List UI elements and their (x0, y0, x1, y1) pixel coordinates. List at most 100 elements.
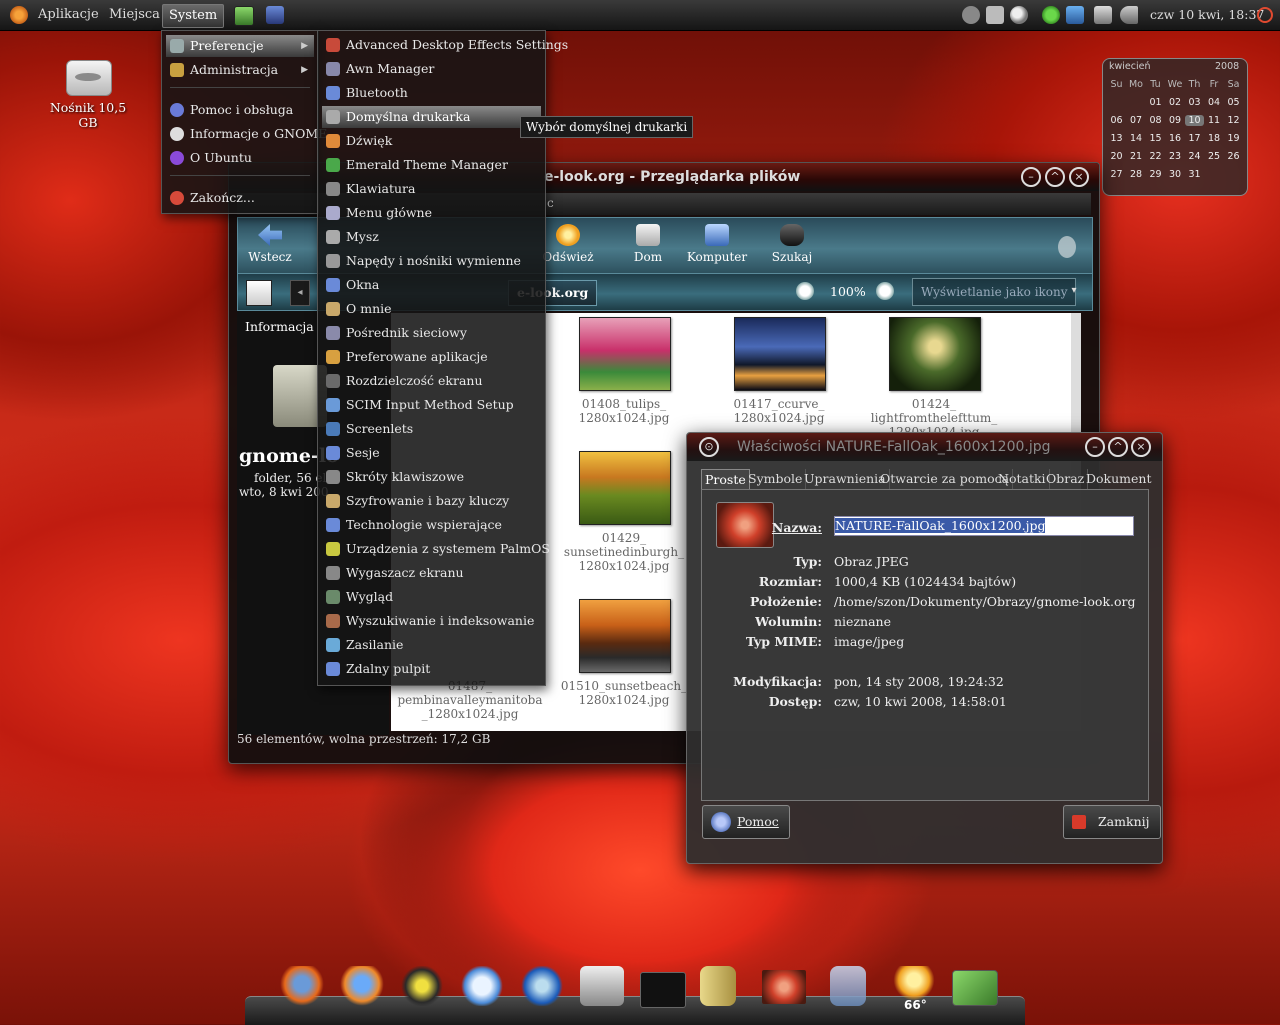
menubar-fragment[interactable]: c (547, 196, 554, 210)
calendar-day[interactable]: 31 (1185, 169, 1204, 180)
preferences-menu-item[interactable]: Okna (322, 274, 541, 296)
close-button[interactable]: × (1069, 167, 1089, 187)
calendar-day[interactable]: 09 (1166, 115, 1185, 126)
preferences-menu-item[interactable]: Advanced Desktop Effects Settings (322, 34, 568, 56)
help-button[interactable]: Pomoc (702, 805, 790, 839)
calendar-day[interactable]: 19 (1224, 133, 1243, 144)
screenshot-launcher-icon[interactable] (266, 6, 284, 24)
terminal-launcher-icon[interactable] (234, 6, 254, 26)
preferences-menu-item[interactable]: Skróty klawiszowe (322, 466, 541, 488)
preferences-menu-item[interactable]: Zdalny pulpit (322, 658, 541, 680)
preferences-menu-item[interactable]: Sesje (322, 442, 541, 464)
media-player-icon[interactable] (520, 966, 564, 1006)
calendar-day[interactable]: 08 (1146, 115, 1165, 126)
update-tray-icon[interactable] (1066, 6, 1084, 24)
star-icon[interactable] (400, 966, 444, 1006)
maximize-button[interactable]: ^ (1108, 437, 1128, 457)
calendar-day[interactable]: 03 (1185, 97, 1204, 108)
calendar-day[interactable]: 28 (1127, 169, 1146, 180)
calendar-day[interactable]: 25 (1205, 151, 1224, 162)
system-menu-item-help[interactable]: Pomoc i obsługa (166, 99, 314, 121)
status-tray-icon[interactable] (1042, 6, 1060, 24)
calendar-day[interactable]: 27 (1107, 169, 1126, 180)
preferences-menu-item[interactable]: Awn Manager (322, 58, 541, 80)
zoom-out-icon[interactable] (796, 282, 814, 300)
calendar-day[interactable]: 16 (1166, 133, 1185, 144)
tab-notes[interactable]: Notatki (995, 469, 1050, 489)
preferences-menu-item[interactable]: Technologie wspierające (322, 514, 541, 536)
preferences-menu-item[interactable]: Urządzenia z systemem PalmOS (322, 538, 550, 560)
preferences-menu-item[interactable]: Domyślna drukarka (322, 106, 541, 128)
calendar-day[interactable]: 26 (1224, 151, 1243, 162)
file-name[interactable]: 01429_ sunsetinedinburgh_ 1280x1024.jpg (549, 531, 699, 573)
calendar-day[interactable]: 20 (1107, 151, 1126, 162)
minimize-button[interactable]: – (1085, 437, 1105, 457)
system-menu-item-quit[interactable]: Zakończ... (166, 187, 314, 209)
network-icon[interactable] (1094, 6, 1112, 24)
power-icon[interactable] (1257, 7, 1273, 23)
system-menu-item-about-gnome[interactable]: Informacje o GNOME (166, 123, 327, 145)
sidebar-title[interactable]: Informacja (245, 319, 314, 334)
close-button[interactable]: × (1131, 437, 1151, 457)
minimize-button[interactable]: – (1021, 167, 1041, 187)
calendar-day[interactable]: 02 (1166, 97, 1185, 108)
folder-stack-icon[interactable] (830, 966, 866, 1006)
file-manager-icon[interactable] (700, 966, 736, 1006)
file-thumbnail[interactable] (889, 317, 981, 391)
computer-button[interactable]: Komputer (684, 224, 750, 272)
firefox-icon[interactable] (280, 966, 324, 1006)
system-menu-item-about-ubuntu[interactable]: O Ubuntu (166, 147, 314, 169)
properties-titlebar[interactable]: ⊙ Właściwości NATURE-FallOak_1600x1200.j… (687, 433, 1162, 461)
tab-basic[interactable]: Proste (701, 469, 750, 490)
window-menu-icon[interactable]: ⊙ (699, 437, 719, 457)
drive-icon[interactable] (66, 60, 112, 96)
music-player-icon[interactable] (460, 966, 504, 1006)
preferences-menu-item[interactable]: Klawiatura (322, 178, 541, 200)
preferences-menu-item[interactable]: Mysz (322, 226, 541, 248)
preferences-menu-item[interactable]: SCIM Input Method Setup (322, 394, 541, 416)
preferences-menu-item[interactable]: Rozdzielczość ekranu (322, 370, 541, 392)
drive-label[interactable]: Nośnik 10,5 GB (42, 100, 134, 130)
calendar-day[interactable]: 07 (1127, 115, 1146, 126)
volume-icon[interactable] (1120, 6, 1138, 24)
file-thumbnail[interactable] (734, 317, 826, 391)
system-menu-item-preferences[interactable]: Preferencje ▶ (166, 35, 314, 57)
file-name[interactable]: 01417_ccurve_ 1280x1024.jpg (704, 397, 854, 425)
tab-emblems[interactable]: Symbole (745, 469, 807, 489)
name-input[interactable]: NATURE-FallOak_1600x1200.jpg (834, 516, 1134, 536)
zoom-in-icon[interactable] (876, 282, 894, 300)
view-mode-select[interactable]: Wyświetlanie jako ikony (912, 278, 1076, 306)
preferences-menu-item[interactable]: Zasilanie (322, 634, 541, 656)
preferences-menu-item[interactable]: Wygaszacz ekranu (322, 562, 541, 584)
calendar-day[interactable]: 29 (1146, 169, 1165, 180)
calendar-day[interactable]: 15 (1146, 133, 1165, 144)
preferences-menu-item[interactable]: Wygląd (322, 586, 541, 608)
calendar-day[interactable]: 11 (1205, 115, 1224, 126)
file-name[interactable]: 01510_sunsetbeach_ 1280x1024.jpg (549, 679, 699, 707)
calendar-day[interactable]: 21 (1127, 151, 1146, 162)
text-editor-icon[interactable] (952, 970, 998, 1006)
screen-tray-icon[interactable] (986, 6, 1004, 24)
preferences-menu-item[interactable]: Napędy i nośniki wymienne (322, 250, 541, 272)
calendar-day[interactable]: 22 (1146, 151, 1165, 162)
preferences-menu-item[interactable]: Emerald Theme Manager (322, 154, 541, 176)
preferences-menu-item[interactable]: Dźwięk (322, 130, 541, 152)
menu-system[interactable]: System (162, 4, 225, 28)
chevron-down-icon[interactable]: ▾ (1064, 278, 1084, 304)
maximize-button[interactable]: ^ (1045, 167, 1065, 187)
close-dialog-button[interactable]: Zamknij (1063, 805, 1161, 839)
package-installer-icon[interactable] (580, 966, 624, 1006)
ubuntu-logo-icon[interactable] (10, 6, 28, 24)
preferences-menu-item[interactable]: Screenlets (322, 418, 541, 440)
calendar-day[interactable]: 14 (1127, 133, 1146, 144)
tab-document[interactable]: Dokument (1083, 469, 1155, 489)
file-name[interactable]: 01408_tulips_ 1280x1024.jpg (549, 397, 699, 425)
system-menu-item-administration[interactable]: Administracja ▶ (166, 59, 314, 81)
preferences-menu-item[interactable]: O mnie (322, 298, 541, 320)
calendar-day[interactable]: 06 (1107, 115, 1126, 126)
file-thumbnail[interactable] (579, 451, 671, 525)
terminal-icon[interactable] (640, 972, 686, 1008)
preferences-menu-item[interactable]: Preferowane aplikacje (322, 346, 541, 368)
preferences-menu-item[interactable]: Bluetooth (322, 82, 541, 104)
calendar-day[interactable]: 18 (1205, 133, 1224, 144)
